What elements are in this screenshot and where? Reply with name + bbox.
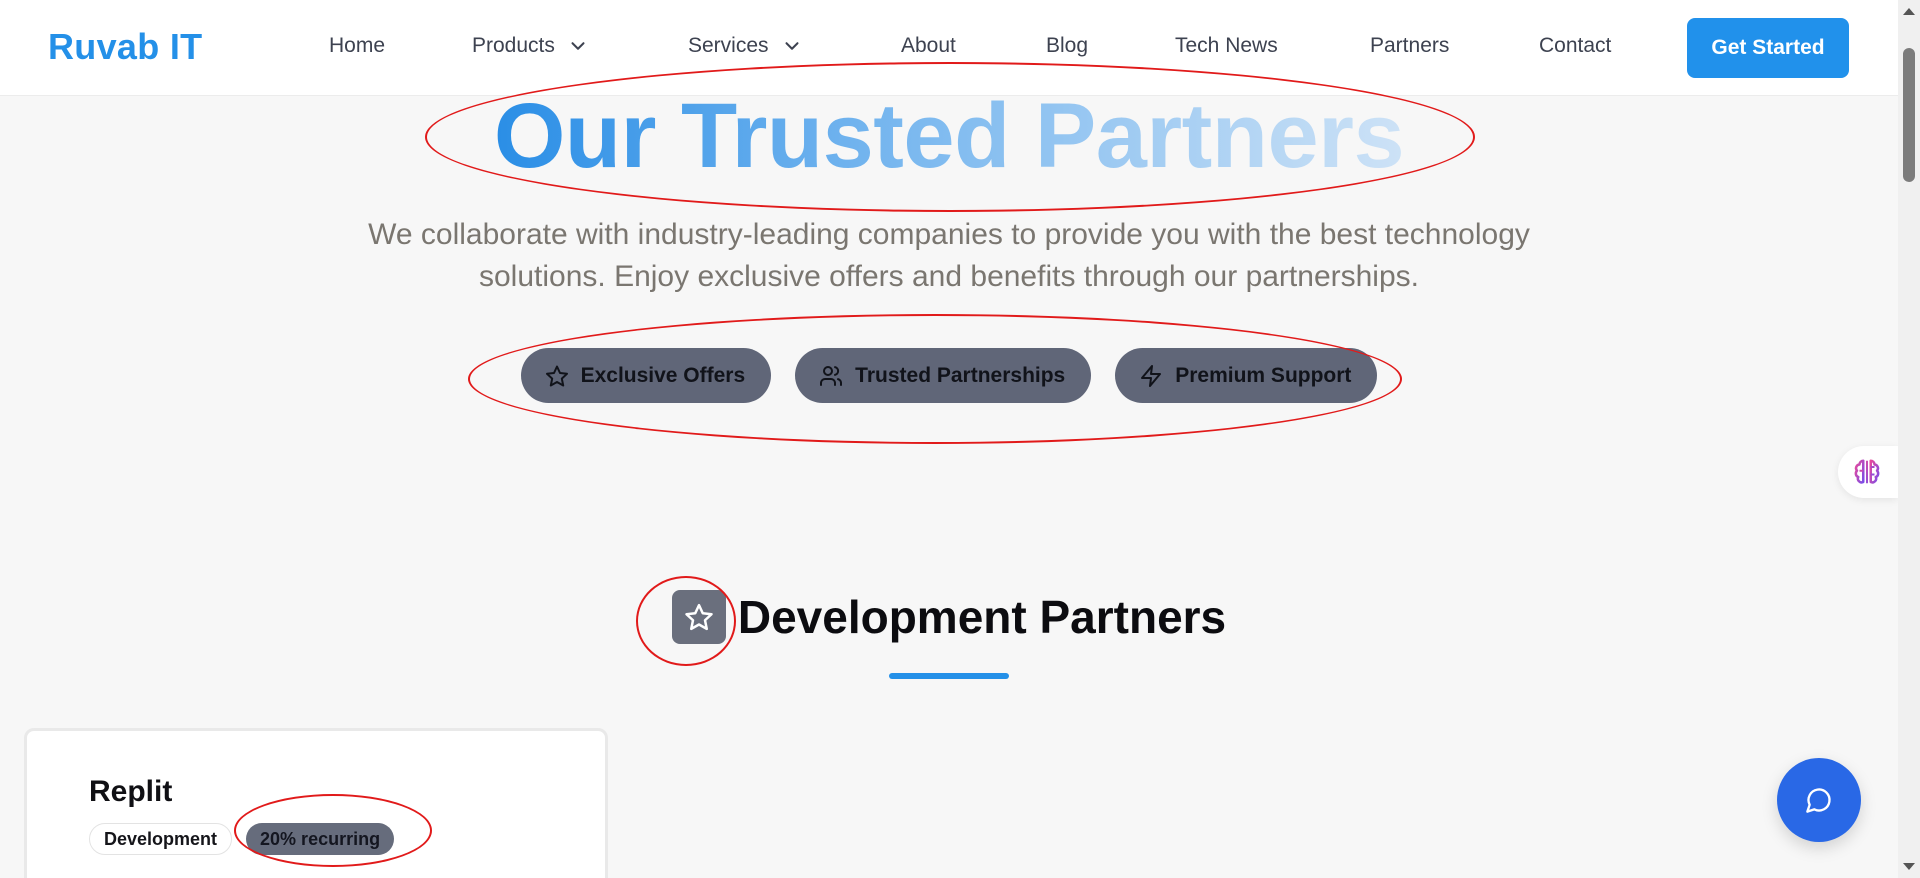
nav-about[interactable]: About xyxy=(901,34,956,58)
scroll-up-arrow[interactable] xyxy=(1903,8,1915,15)
brain-icon xyxy=(1854,459,1880,484)
nav-label: Products xyxy=(472,34,555,57)
nav-blog[interactable]: Blog xyxy=(1046,34,1088,58)
nav-products[interactable]: Products xyxy=(472,34,589,58)
pill-premium-support[interactable]: Premium Support xyxy=(1115,348,1378,403)
feature-pills: Exclusive Offers Trusted Partnerships Pr… xyxy=(0,348,1898,403)
nav-services[interactable]: Services xyxy=(688,34,803,58)
nav-label: Services xyxy=(688,34,769,57)
partner-name: Replit xyxy=(89,775,173,808)
nav-label: Partners xyxy=(1370,34,1450,57)
nav-partners[interactable]: Partners xyxy=(1370,34,1449,58)
get-started-button[interactable]: Get Started xyxy=(1687,18,1849,78)
nav-label: About xyxy=(901,34,956,57)
page-scrollbar[interactable] xyxy=(1898,0,1920,878)
main-nav: Home Products Services About Blog Tech N… xyxy=(0,0,1898,96)
nav-label: Contact xyxy=(1539,34,1612,57)
chat-bubble-icon xyxy=(1806,788,1831,813)
scroll-down-arrow[interactable] xyxy=(1903,863,1915,870)
pill-trusted-partnerships[interactable]: Trusted Partnerships xyxy=(795,348,1092,403)
scroll-thumb[interactable] xyxy=(1903,48,1915,182)
nav-label: Home xyxy=(329,34,386,57)
pill-label: Exclusive Offers xyxy=(580,363,746,387)
section-star-badge xyxy=(671,590,726,644)
hero-subtitle-line: solutions. Enjoy exclusive offers and be… xyxy=(479,260,1419,293)
category-tag: Development xyxy=(89,823,233,855)
hero-title-text: Our Trusted Partners xyxy=(493,85,1405,187)
nav-home[interactable]: Home xyxy=(329,34,385,58)
section-underline xyxy=(889,673,1009,679)
ai-assistant-tab[interactable] xyxy=(1838,446,1898,498)
pill-label: Premium Support xyxy=(1175,363,1352,387)
pill-exclusive-offers[interactable]: Exclusive Offers xyxy=(520,348,772,403)
nav-label: Tech News xyxy=(1175,34,1278,57)
pill-label: Trusted Partnerships xyxy=(855,363,1066,387)
hero-subtitle-line: We collaborate with industry-leading com… xyxy=(368,218,1530,251)
partner-card[interactable]: Replit Development 20% recurring xyxy=(24,728,608,878)
site-header: Ruvab IT Home Products Services About Bl… xyxy=(0,0,1898,96)
commission-tag: 20% recurring xyxy=(246,823,395,855)
users-icon xyxy=(820,365,843,386)
star-icon xyxy=(545,365,568,386)
chevron-down-icon xyxy=(785,42,799,50)
chat-button[interactable] xyxy=(1777,758,1861,842)
star-icon xyxy=(685,603,713,631)
nav-tech-news[interactable]: Tech News xyxy=(1175,34,1278,58)
lightning-icon xyxy=(1141,364,1162,387)
chevron-down-icon xyxy=(571,42,585,50)
hero-title: Our Trusted Partners xyxy=(0,86,1898,186)
partner-tags: Development 20% recurring xyxy=(89,823,395,855)
section-title: Development Partners xyxy=(737,591,1227,643)
nav-label: Blog xyxy=(1046,34,1089,57)
hero-subtitle: We collaborate with industry-leading com… xyxy=(300,214,1598,298)
section-heading-row: Development Partners xyxy=(0,590,1898,644)
nav-contact[interactable]: Contact xyxy=(1539,34,1611,58)
